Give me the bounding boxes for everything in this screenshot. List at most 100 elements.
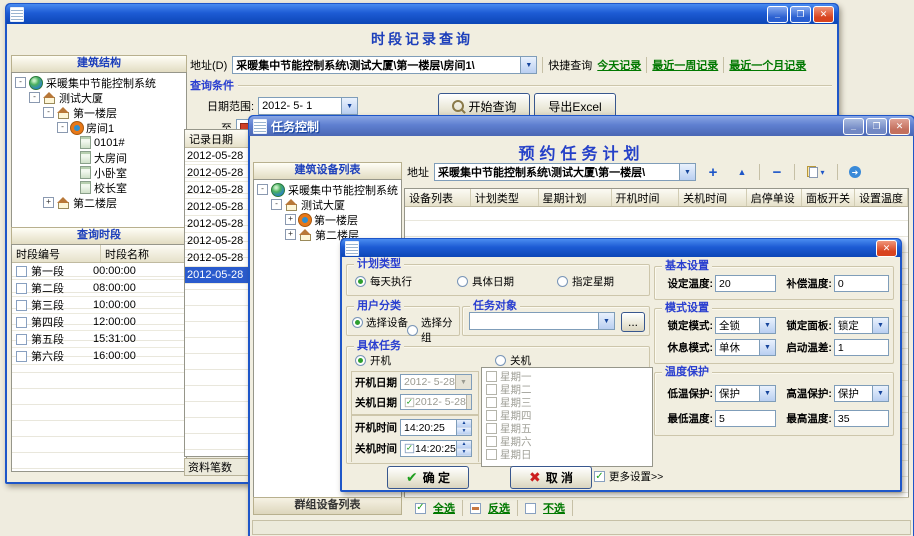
- move-up-button[interactable]: ▲: [730, 162, 754, 182]
- start-diff-input[interactable]: 1: [834, 339, 889, 356]
- select-none-link[interactable]: 不选: [543, 500, 565, 516]
- radio-icon[interactable]: [352, 317, 363, 328]
- last-month-records-link[interactable]: 最近一个月记录: [729, 57, 806, 73]
- time-spinner[interactable]: ▲▼: [456, 441, 471, 456]
- radio-select-grouping[interactable]: 选择分组: [407, 315, 459, 345]
- task-control-titlebar[interactable]: 任务控制 _ ❐ ✕: [249, 116, 914, 136]
- weekday-item[interactable]: 星期日: [486, 448, 648, 461]
- radio-select-device[interactable]: 选择设备: [352, 315, 408, 330]
- invert-select-checkbox[interactable]: [470, 503, 481, 514]
- chevron-down-icon[interactable]: ▼: [759, 318, 775, 333]
- rest-mode-combobox[interactable]: 单休▼: [715, 339, 776, 356]
- chevron-down-icon[interactable]: ▼: [520, 57, 536, 73]
- period-row[interactable]: 第四段12:00:00: [12, 314, 186, 331]
- radio-plan-date[interactable]: 具体日期: [457, 274, 514, 289]
- period-row[interactable]: 第三段10:00:00: [12, 297, 186, 314]
- radio-plan-daily[interactable]: 每天执行: [355, 274, 412, 289]
- select-all-checkbox[interactable]: [415, 503, 426, 514]
- checkbox[interactable]: [16, 266, 27, 277]
- select-none-checkbox[interactable]: [525, 503, 536, 514]
- off-time-input[interactable]: 14:20:25 ▲▼: [400, 440, 472, 457]
- checkbox[interactable]: [486, 371, 497, 382]
- chevron-down-icon[interactable]: ▼: [872, 386, 888, 401]
- set-temp-input[interactable]: 20: [715, 275, 776, 292]
- low-protect-combobox[interactable]: 保护▼: [715, 385, 776, 402]
- minimize-button[interactable]: _: [767, 6, 788, 23]
- radio-power-on[interactable]: 开机: [355, 353, 391, 368]
- chevron-down-icon[interactable]: ▼: [759, 340, 775, 355]
- chevron-down-icon[interactable]: ▼: [341, 98, 357, 114]
- radio-power-off[interactable]: 关机: [495, 353, 531, 368]
- tree-node-device[interactable]: 0101#: [12, 135, 186, 150]
- time-spinner[interactable]: ▲▼: [456, 420, 471, 435]
- maximize-button[interactable]: ❐: [866, 118, 887, 135]
- radio-icon[interactable]: [355, 355, 366, 366]
- period-row[interactable]: 第六段16:00:00: [12, 348, 186, 365]
- more-settings-checkbox[interactable]: [594, 471, 605, 482]
- tree-node-room1[interactable]: - 房间1: [12, 120, 186, 135]
- checkbox[interactable]: [486, 384, 497, 395]
- period-row[interactable]: 第一段00:00:00: [12, 263, 186, 280]
- checkbox[interactable]: [486, 449, 497, 460]
- group-device-list-tab[interactable]: 群组设备列表: [253, 497, 402, 515]
- period-row[interactable]: 第五段15:31:00: [12, 331, 186, 348]
- dialog-titlebar[interactable]: ✕: [341, 239, 901, 257]
- checkbox[interactable]: [486, 423, 497, 434]
- radio-icon[interactable]: [407, 325, 418, 336]
- off-date-checkbox[interactable]: [405, 397, 414, 406]
- radio-plan-week[interactable]: 指定星期: [557, 274, 614, 289]
- today-records-link[interactable]: 今天记录: [597, 57, 641, 73]
- lock-mode-combobox[interactable]: 全锁▼: [715, 317, 776, 334]
- checkbox[interactable]: [486, 410, 497, 421]
- collapse-icon[interactable]: -: [57, 122, 68, 133]
- collapse-icon[interactable]: -: [271, 199, 282, 210]
- checkbox[interactable]: [16, 317, 27, 328]
- radio-icon[interactable]: [557, 276, 568, 287]
- tree-node-building[interactable]: - 测试大厦: [254, 197, 401, 212]
- last-week-records-link[interactable]: 最近一周记录: [652, 57, 718, 73]
- comp-temp-input[interactable]: 0: [834, 275, 889, 292]
- ok-button[interactable]: ✔ 确 定: [387, 466, 469, 489]
- remove-task-button[interactable]: −: [765, 162, 789, 182]
- browse-button[interactable]: ...: [621, 312, 645, 332]
- off-time-checkbox[interactable]: [405, 444, 414, 453]
- add-task-button[interactable]: +: [701, 162, 725, 182]
- maximize-button[interactable]: ❐: [790, 6, 811, 23]
- exit-button[interactable]: ➜: [843, 162, 867, 182]
- address-combobox[interactable]: 采暖集中节能控制系统\测试大厦\第一楼层\房间1\ ▼: [232, 56, 537, 74]
- radio-icon[interactable]: [355, 276, 366, 287]
- lock-panel-combobox[interactable]: 锁定▼: [834, 317, 889, 334]
- close-button[interactable]: ✕: [889, 118, 910, 135]
- collapse-icon[interactable]: -: [15, 77, 26, 88]
- collapse-icon[interactable]: -: [257, 184, 268, 195]
- close-button[interactable]: ✕: [813, 6, 834, 23]
- max-temp-input[interactable]: 35: [834, 410, 889, 427]
- more-settings-toggle[interactable]: 更多设置>>: [594, 469, 663, 484]
- tree-node-device[interactable]: 校长室: [12, 180, 186, 195]
- checkbox[interactable]: [16, 351, 27, 362]
- on-time-input[interactable]: 14:20:25 ▲▼: [400, 419, 472, 436]
- tree-node-floor1[interactable]: - 第一楼层: [12, 105, 186, 120]
- cancel-button[interactable]: ✖ 取 消: [510, 466, 592, 489]
- tree-node-system[interactable]: - 采暖集中节能控制系统: [12, 75, 186, 90]
- radio-icon[interactable]: [495, 355, 506, 366]
- expand-icon[interactable]: +: [285, 229, 296, 240]
- tree-node-device[interactable]: 大房间: [12, 150, 186, 165]
- task-object-combobox[interactable]: ▼: [469, 312, 615, 330]
- chevron-down-icon[interactable]: ▼: [598, 313, 614, 329]
- chevron-down-icon[interactable]: ▼: [872, 318, 888, 333]
- chevron-down-icon[interactable]: ▼: [679, 164, 695, 180]
- expand-icon[interactable]: +: [43, 197, 54, 208]
- record-query-titlebar[interactable]: _ ❐ ✕: [6, 4, 838, 24]
- tree-node-device[interactable]: 小卧室: [12, 165, 186, 180]
- checkbox[interactable]: [486, 397, 497, 408]
- date-range-combobox[interactable]: 2012- 5- 1 ▼: [258, 97, 358, 115]
- checkbox[interactable]: [486, 436, 497, 447]
- invert-select-link[interactable]: 反选: [488, 500, 510, 516]
- checkbox[interactable]: [16, 283, 27, 294]
- collapse-icon[interactable]: -: [29, 92, 40, 103]
- expand-icon[interactable]: +: [285, 214, 296, 225]
- tree-node-floor2[interactable]: + 第二楼层: [12, 195, 186, 210]
- select-all-link[interactable]: 全选: [433, 500, 455, 516]
- address-combobox[interactable]: 采暖集中节能控制系统\测试大厦\第一楼层\ ▼: [434, 163, 696, 181]
